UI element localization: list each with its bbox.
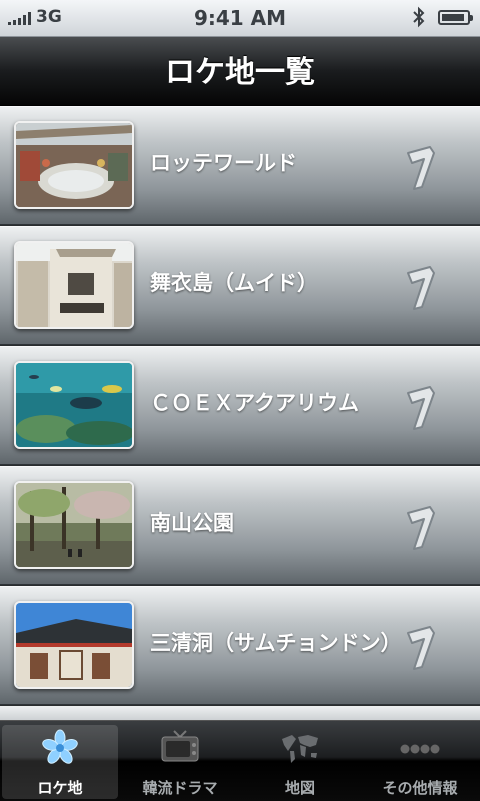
lotte-world-photo: [14, 121, 134, 209]
tab-other-info[interactable]: その他情報: [362, 725, 478, 799]
location-row-partial[interactable]: [0, 706, 480, 720]
navigation-bar: ロケ地一覧: [0, 37, 480, 106]
location-name: 三清洞（サムチョンドン）: [150, 631, 402, 655]
world-map-icon: [282, 735, 318, 763]
location-name: 舞衣島（ムイド）: [150, 271, 318, 295]
tab-label: 韓流ドラマ: [142, 779, 218, 797]
tab-map[interactable]: 地図: [242, 725, 358, 799]
location-name: ロッテワールド: [150, 151, 297, 175]
flower-icon: [42, 729, 78, 764]
battery-icon: [438, 10, 473, 25]
location-name: ＣＯＥＸアクアリウム: [150, 391, 359, 415]
location-row-namsan-park[interactable]: 南山公園: [0, 466, 480, 585]
status-time: 9:41 AM: [193, 6, 287, 30]
location-row-muido[interactable]: 舞衣島（ムイド）: [0, 226, 480, 345]
battery-level: [442, 14, 464, 21]
location-list: ロッテワールド 舞衣島（ムイド） ＣＯＥＸアクアリウム 南山公園 三清洞（サムチ…: [0, 106, 480, 720]
location-row-coex-aquarium[interactable]: ＣＯＥＸアクアリウム: [0, 346, 480, 465]
arrow-icon: [407, 146, 435, 190]
location-name: 南山公園: [150, 511, 234, 535]
tab-label: ロケ地: [37, 779, 83, 797]
muido-house-photo: [14, 241, 134, 329]
tab-label: 地図: [284, 779, 315, 797]
arrow-icon: [407, 506, 435, 550]
arrow-icon: [407, 626, 435, 670]
arrow-icon: [407, 386, 435, 430]
tab-label: その他情報: [382, 779, 458, 797]
status-bar: 3G 9:41 AM: [0, 0, 480, 37]
tab-korean-dramas[interactable]: 韓流ドラマ: [122, 725, 238, 799]
samcheong-dong-photo: [14, 601, 134, 689]
tab-bar: ロケ地 韓流ドラマ 地図 その他情報: [0, 720, 480, 801]
page-title: ロケ地一覧: [165, 55, 315, 90]
arrow-icon: [407, 266, 435, 310]
tab-locations[interactable]: ロケ地: [2, 725, 118, 799]
location-row-lotte-world[interactable]: ロッテワールド: [0, 106, 480, 225]
more-dots-icon: [400, 744, 440, 754]
location-row-samcheong-dong[interactable]: 三清洞（サムチョンドン）: [0, 586, 480, 705]
tv-icon: [161, 730, 199, 762]
namsan-park-photo: [14, 481, 134, 569]
bluetooth-icon: [413, 6, 425, 28]
aquarium-photo: [14, 361, 134, 449]
